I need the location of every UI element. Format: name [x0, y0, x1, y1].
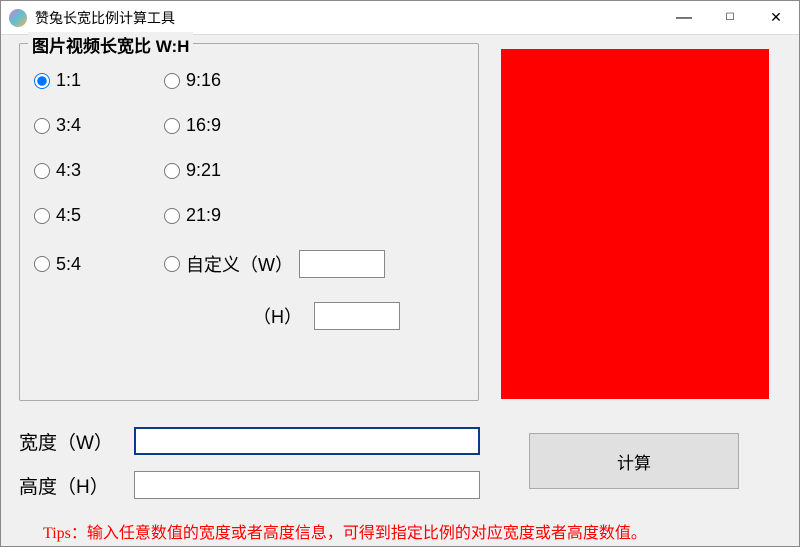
client-area: 图片视频长宽比 W:H 1:1 9:16 3:4 16 [1, 35, 799, 546]
ratio-custom-label: 自定义（W） [186, 251, 293, 277]
window-controls: — ☐ ✕ [661, 1, 799, 35]
ratio-radio-21-9[interactable] [164, 208, 180, 224]
ratio-radio-9-16[interactable] [164, 73, 180, 89]
ratio-label: 9:16 [186, 70, 221, 91]
calculate-button[interactable]: 计算 [529, 433, 739, 489]
ratio-option-4-3[interactable]: 4:3 [34, 160, 164, 181]
width-row: 宽度（W） [19, 427, 480, 455]
window-title: 赞兔长宽比例计算工具 [35, 8, 175, 28]
height-input[interactable] [134, 471, 480, 499]
custom-w-input[interactable] [299, 250, 385, 278]
tips-text: Tips：输入任意数值的宽度或者高度信息，可得到指定比例的对应宽度或者高度数值。 [43, 519, 647, 543]
titlebar: 赞兔长宽比例计算工具 — ☐ ✕ [1, 1, 799, 35]
width-label: 宽度（W） [19, 428, 134, 455]
ratio-option-9-21[interactable]: 9:21 [164, 160, 464, 181]
ratio-groupbox: 图片视频长宽比 W:H 1:1 9:16 3:4 16 [19, 43, 479, 401]
ratio-radio-4-5[interactable] [34, 208, 50, 224]
height-row: 高度（H） [19, 471, 480, 499]
ratio-label: 9:21 [186, 160, 221, 181]
ratio-label: 21:9 [186, 205, 221, 226]
ratio-grid: 1:1 9:16 3:4 16:9 4:3 [34, 70, 464, 330]
ratio-radio-5-4[interactable] [34, 256, 50, 272]
ratio-groupbox-legend: 图片视频长宽比 W:H [28, 32, 193, 57]
custom-h-input[interactable] [314, 302, 400, 330]
ratio-option-4-5[interactable]: 4:5 [34, 205, 164, 226]
maximize-button[interactable]: ☐ [707, 1, 753, 35]
ratio-radio-16-9[interactable] [164, 118, 180, 134]
ratio-label: 4:5 [56, 205, 81, 226]
ratio-option-custom-h: （H） [182, 302, 464, 330]
ratio-option-custom-w: 自定义（W） [164, 250, 464, 278]
ratio-radio-9-21[interactable] [164, 163, 180, 179]
ratio-label: 1:1 [56, 70, 81, 91]
ratio-label: 16:9 [186, 115, 221, 136]
ratio-radio-4-3[interactable] [34, 163, 50, 179]
preview-box [501, 49, 769, 399]
ratio-option-21-9[interactable]: 21:9 [164, 205, 464, 226]
ratio-label: 4:3 [56, 160, 81, 181]
ratio-option-9-16[interactable]: 9:16 [164, 70, 464, 91]
app-icon [9, 9, 27, 27]
app-window: 赞兔长宽比例计算工具 — ☐ ✕ 图片视频长宽比 W:H 1:1 9:16 [0, 0, 800, 547]
custom-h-label: （H） [182, 303, 308, 329]
ratio-option-1-1[interactable]: 1:1 [34, 70, 164, 91]
close-button[interactable]: ✕ [753, 1, 799, 35]
height-label: 高度（H） [19, 472, 134, 499]
ratio-radio-1-1[interactable] [34, 73, 50, 89]
ratio-option-custom[interactable]: 自定义（W） [164, 251, 293, 277]
ratio-option-16-9[interactable]: 16:9 [164, 115, 464, 136]
ratio-option-5-4[interactable]: 5:4 [34, 254, 164, 275]
minimize-button[interactable]: — [661, 1, 707, 35]
ratio-radio-custom[interactable] [164, 256, 180, 272]
width-input[interactable] [134, 427, 480, 455]
ratio-option-3-4[interactable]: 3:4 [34, 115, 164, 136]
ratio-label: 3:4 [56, 115, 81, 136]
ratio-label: 5:4 [56, 254, 81, 275]
ratio-radio-3-4[interactable] [34, 118, 50, 134]
